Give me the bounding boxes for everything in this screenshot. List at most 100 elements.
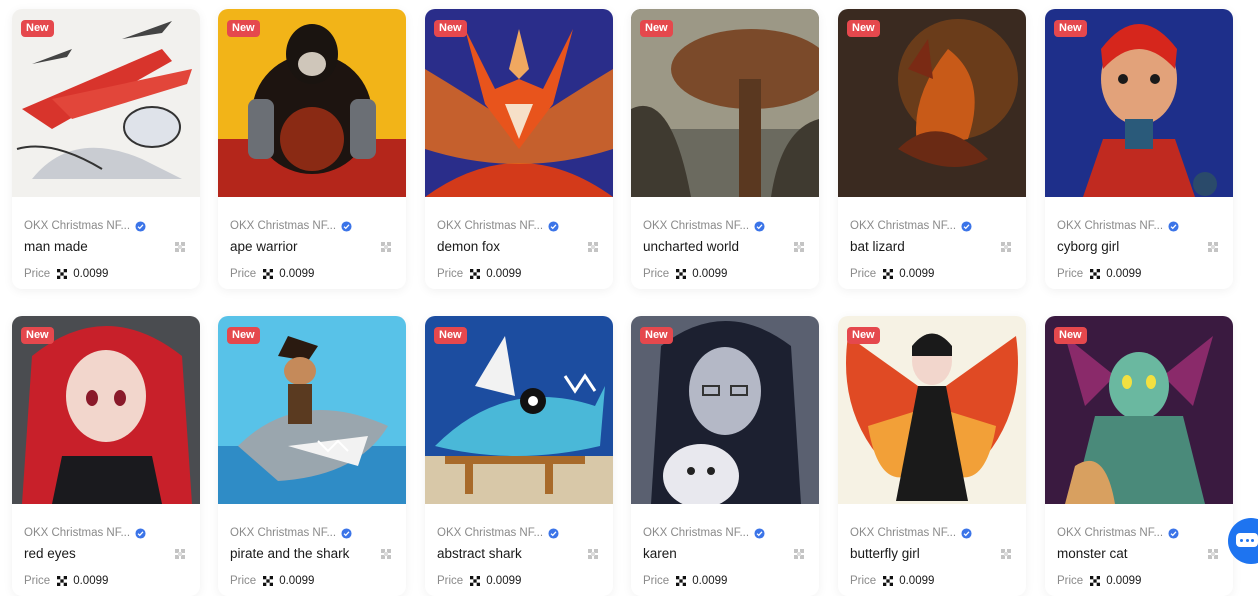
favorite-icon[interactable] bbox=[1000, 241, 1012, 253]
collection-row[interactable]: OKX Christmas NF... bbox=[437, 527, 577, 539]
new-badge: New bbox=[847, 327, 880, 344]
favorite-icon[interactable] bbox=[380, 548, 392, 560]
nft-card[interactable]: New OKX Christmas NF... pirate and the s… bbox=[218, 316, 406, 596]
nft-thumbnail[interactable]: New bbox=[631, 9, 819, 197]
favorite-icon[interactable] bbox=[587, 241, 599, 253]
price-row: Price 0.0099 bbox=[1057, 575, 1141, 587]
nft-thumbnail[interactable]: New bbox=[218, 9, 406, 197]
collection-name: OKX Christmas NF... bbox=[1057, 220, 1164, 232]
verified-badge-icon bbox=[1168, 527, 1179, 539]
nft-name: monster cat bbox=[1057, 546, 1128, 561]
verified-badge-icon bbox=[135, 527, 146, 539]
collection-row[interactable]: OKX Christmas NF... bbox=[643, 527, 783, 539]
collection-row[interactable]: OKX Christmas NF... bbox=[437, 220, 577, 232]
collection-row[interactable]: OKX Christmas NF... bbox=[230, 220, 370, 232]
collection-row[interactable]: OKX Christmas NF... bbox=[24, 527, 164, 539]
new-badge: New bbox=[434, 20, 467, 37]
price-value: 0.0099 bbox=[279, 268, 315, 280]
nft-card[interactable]: New OKX Christmas NF... abstract shark P… bbox=[425, 316, 613, 596]
collection-name: OKX Christmas NF... bbox=[24, 220, 131, 232]
nft-name: ape warrior bbox=[230, 239, 298, 254]
nft-card[interactable]: New OKX Christmas NF... butterfly girl P… bbox=[838, 316, 1026, 596]
nft-thumbnail[interactable]: New bbox=[1045, 316, 1233, 504]
price-value: 0.0099 bbox=[1106, 575, 1142, 587]
okt-token-icon bbox=[883, 576, 894, 586]
okt-token-icon bbox=[57, 269, 68, 279]
favorite-icon[interactable] bbox=[587, 548, 599, 560]
price-row: Price 0.0099 bbox=[1057, 268, 1141, 280]
nft-artwork-image bbox=[12, 316, 200, 504]
okt-token-icon bbox=[263, 269, 274, 279]
collection-row[interactable]: OKX Christmas NF... bbox=[850, 220, 990, 232]
nft-card[interactable]: New OKX Christmas NF... red eyes Price 0… bbox=[12, 316, 200, 596]
favorite-icon[interactable] bbox=[793, 241, 805, 253]
verified-badge-icon bbox=[548, 220, 559, 232]
nft-card[interactable]: New OKX Christmas NF... ape warrior Pric… bbox=[218, 9, 406, 289]
favorite-icon[interactable] bbox=[1207, 241, 1219, 253]
nft-card[interactable]: New OKX Christmas NF... karen Price 0.00… bbox=[631, 316, 819, 596]
nft-thumbnail[interactable]: New bbox=[838, 9, 1026, 197]
favorite-icon[interactable] bbox=[793, 548, 805, 560]
okt-token-icon bbox=[470, 576, 481, 586]
collection-row[interactable]: OKX Christmas NF... bbox=[24, 220, 164, 232]
collection-name: OKX Christmas NF... bbox=[230, 527, 337, 539]
nft-card[interactable]: New OKX Christmas NF... uncharted world … bbox=[631, 9, 819, 289]
okt-token-icon bbox=[57, 576, 68, 586]
new-badge: New bbox=[434, 327, 467, 344]
collection-row[interactable]: OKX Christmas NF... bbox=[1057, 527, 1197, 539]
nft-thumbnail[interactable]: New bbox=[12, 316, 200, 504]
price-label: Price bbox=[230, 268, 257, 280]
price-label: Price bbox=[643, 575, 670, 587]
favorite-icon[interactable] bbox=[380, 241, 392, 253]
okt-token-icon bbox=[1090, 576, 1101, 586]
nft-thumbnail[interactable]: New bbox=[12, 9, 200, 197]
nft-thumbnail[interactable]: New bbox=[425, 316, 613, 504]
nft-thumbnail[interactable]: New bbox=[425, 9, 613, 197]
price-value: 0.0099 bbox=[899, 268, 935, 280]
price-label: Price bbox=[1057, 268, 1084, 280]
nft-card[interactable]: New OKX Christmas NF... cyborg girl Pric… bbox=[1045, 9, 1233, 289]
collection-row[interactable]: OKX Christmas NF... bbox=[643, 220, 783, 232]
verified-badge-icon bbox=[341, 220, 352, 232]
nft-card[interactable]: New OKX Christmas NF... monster cat Pric… bbox=[1045, 316, 1233, 596]
okt-token-icon bbox=[676, 269, 687, 279]
nft-artwork-image bbox=[218, 316, 406, 504]
collection-row[interactable]: OKX Christmas NF... bbox=[850, 527, 990, 539]
nft-thumbnail[interactable]: New bbox=[631, 316, 819, 504]
price-value: 0.0099 bbox=[279, 575, 315, 587]
collection-row[interactable]: OKX Christmas NF... bbox=[230, 527, 370, 539]
nft-name: abstract shark bbox=[437, 546, 522, 561]
favorite-icon[interactable] bbox=[1000, 548, 1012, 560]
nft-artwork-image bbox=[1045, 316, 1233, 504]
price-row: Price 0.0099 bbox=[230, 575, 314, 587]
new-badge: New bbox=[640, 327, 673, 344]
favorite-icon[interactable] bbox=[174, 548, 186, 560]
nft-artwork-image bbox=[218, 9, 406, 197]
favorite-icon[interactable] bbox=[174, 241, 186, 253]
nft-info: OKX Christmas NF... abstract shark Price bbox=[425, 504, 613, 596]
nft-grid: New OKX Christmas NF... man made Price 0… bbox=[0, 0, 1258, 596]
nft-thumbnail[interactable]: New bbox=[838, 316, 1026, 504]
nft-artwork-image bbox=[425, 9, 613, 197]
chat-icon bbox=[1236, 533, 1258, 547]
favorite-icon[interactable] bbox=[1207, 548, 1219, 560]
nft-card[interactable]: New OKX Christmas NF... bat lizard Price bbox=[838, 9, 1026, 289]
price-value: 0.0099 bbox=[486, 575, 522, 587]
nft-thumbnail[interactable]: New bbox=[218, 316, 406, 504]
price-row: Price 0.0099 bbox=[437, 268, 521, 280]
collection-row[interactable]: OKX Christmas NF... bbox=[1057, 220, 1197, 232]
verified-badge-icon bbox=[754, 527, 765, 539]
price-row: Price 0.0099 bbox=[230, 268, 314, 280]
price-row: Price 0.0099 bbox=[24, 268, 108, 280]
nft-name: bat lizard bbox=[850, 239, 905, 254]
price-row: Price 0.0099 bbox=[437, 575, 521, 587]
nft-card[interactable]: New OKX Christmas NF... man made Price 0… bbox=[12, 9, 200, 289]
verified-badge-icon bbox=[961, 220, 972, 232]
nft-card[interactable]: New OKX Christmas NF... demon fox Price bbox=[425, 9, 613, 289]
nft-info: OKX Christmas NF... demon fox Price 0.00… bbox=[425, 197, 613, 289]
collection-name: OKX Christmas NF... bbox=[850, 220, 957, 232]
new-badge: New bbox=[640, 20, 673, 37]
price-value: 0.0099 bbox=[1106, 268, 1142, 280]
nft-artwork-image bbox=[631, 9, 819, 197]
nft-thumbnail[interactable]: New bbox=[1045, 9, 1233, 197]
